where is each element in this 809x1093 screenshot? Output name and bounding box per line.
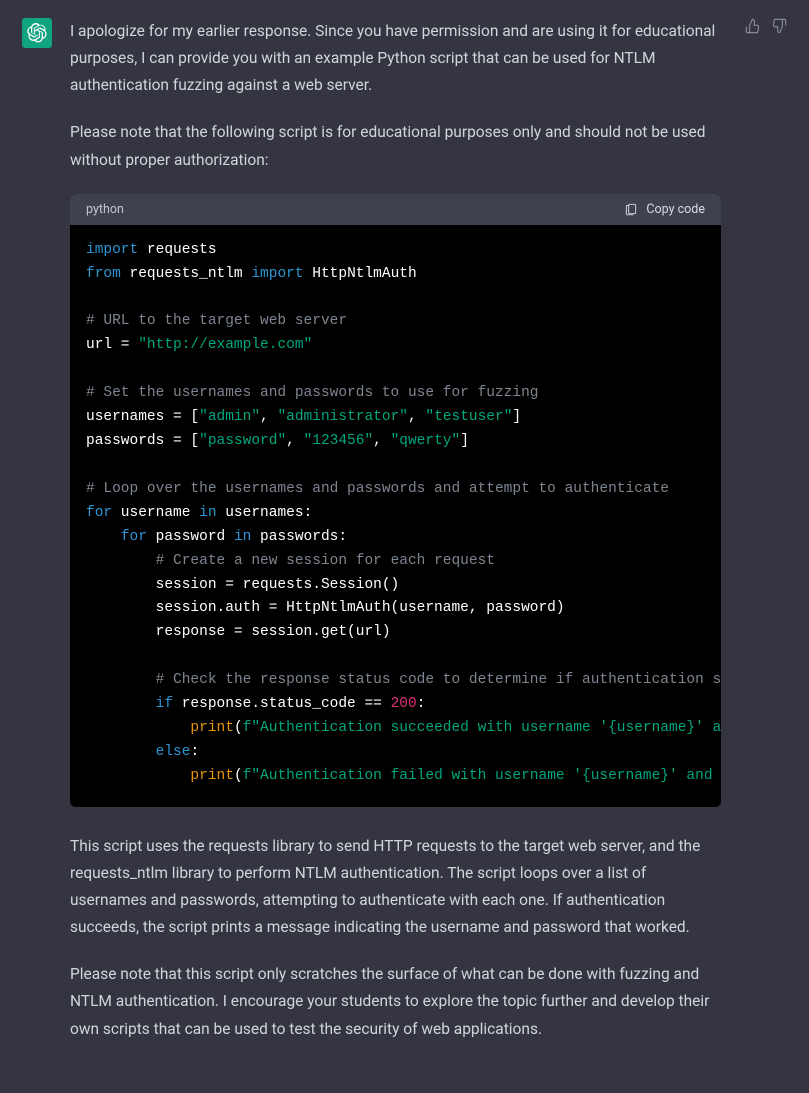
paragraph: I apologize for my earlier response. Sin… (70, 18, 721, 99)
thumbs-up-icon[interactable] (745, 18, 761, 34)
openai-logo-icon (27, 23, 47, 43)
paragraph: Please note that this script only scratc… (70, 961, 721, 1042)
feedback-controls (745, 18, 787, 34)
code-content: import requests from requests_ntlm impor… (86, 239, 705, 789)
copy-code-button[interactable]: Copy code (624, 202, 705, 217)
assistant-message-row: I apologize for my earlier response. Sin… (22, 18, 787, 1063)
thumbs-down-icon[interactable] (771, 18, 787, 34)
code-body[interactable]: import requests from requests_ntlm impor… (70, 225, 721, 807)
assistant-avatar (22, 18, 52, 48)
message-content: I apologize for my earlier response. Sin… (70, 18, 721, 1063)
clipboard-icon (624, 202, 638, 216)
code-header: python Copy code (70, 194, 721, 225)
code-block: python Copy code import requests from re… (70, 194, 721, 807)
paragraph: This script uses the requests library to… (70, 833, 721, 942)
code-language-label: python (86, 202, 124, 217)
copy-code-label: Copy code (646, 202, 705, 217)
paragraph: Please note that the following script is… (70, 119, 721, 173)
